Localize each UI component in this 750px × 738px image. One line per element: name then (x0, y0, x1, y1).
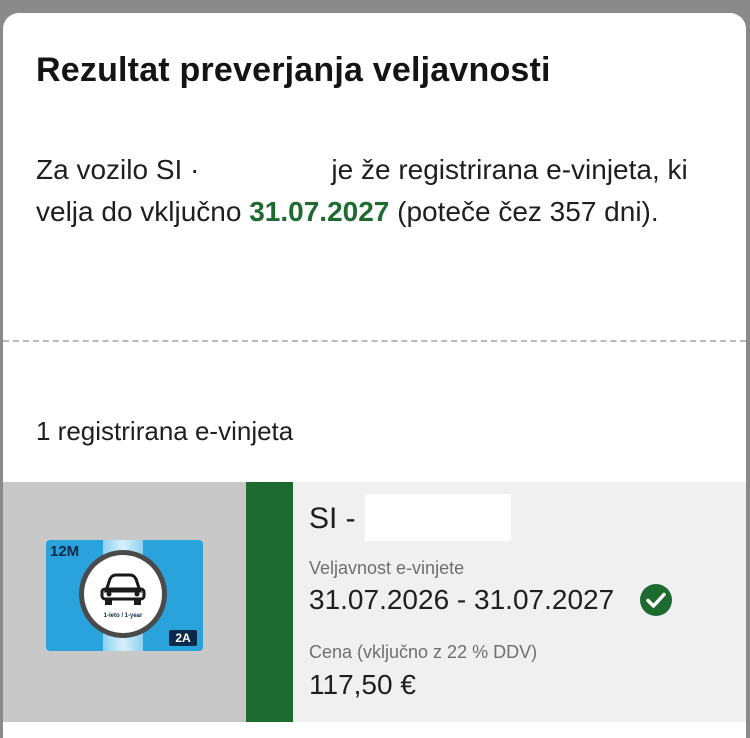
sticker-type-label: 12M (50, 543, 80, 560)
vignette-sticker-image: 12M 1-leto / 1-year 2A (46, 540, 203, 651)
price-value: 117,50 € (309, 669, 416, 700)
vignette-details: SI - Veljavnost e-vinjete 31.07.2026 - 3… (309, 482, 739, 722)
message-text-end: (poteče čez 357 dni). (397, 196, 659, 227)
sticker-disc: 1-leto / 1-year (79, 550, 167, 638)
registration-count: 1 registrirana e-vinjeta (36, 416, 294, 446)
validity-range: 31.07.2026 - 31.07.2027 (309, 584, 615, 615)
validity-label: Veljavnost e-vinjete (309, 558, 465, 578)
validation-message: Za vozilo SI · je že registrirana e-vinje… (36, 149, 726, 233)
plate-redaction (365, 494, 511, 541)
section-divider (3, 340, 746, 342)
validation-result-dialog: Rezultat preverjanja veljavnosti Za vozi… (3, 13, 746, 738)
sticker-period-label: 1-leto / 1-year (103, 613, 143, 619)
car-icon (100, 573, 146, 605)
dialog-title: Rezultat preverjanja veljavnosti (36, 51, 551, 89)
sticker-class-badge: 2A (169, 630, 197, 646)
status-color-bar (246, 482, 293, 722)
vignette-thumbnail-panel: 12M 1-leto / 1-year 2A (3, 482, 246, 722)
valid-until-date: 31.07.2027 (249, 196, 390, 227)
plate-number: SI - (309, 502, 356, 535)
check-circle-icon (640, 584, 672, 616)
message-text-start: Za vozilo SI · (36, 154, 200, 185)
price-label: Cena (vključno z 22 % DDV) (309, 642, 538, 662)
vignette-card[interactable]: 12M 1-leto / 1-year 2A SI - Veljavnost e… (3, 482, 746, 722)
